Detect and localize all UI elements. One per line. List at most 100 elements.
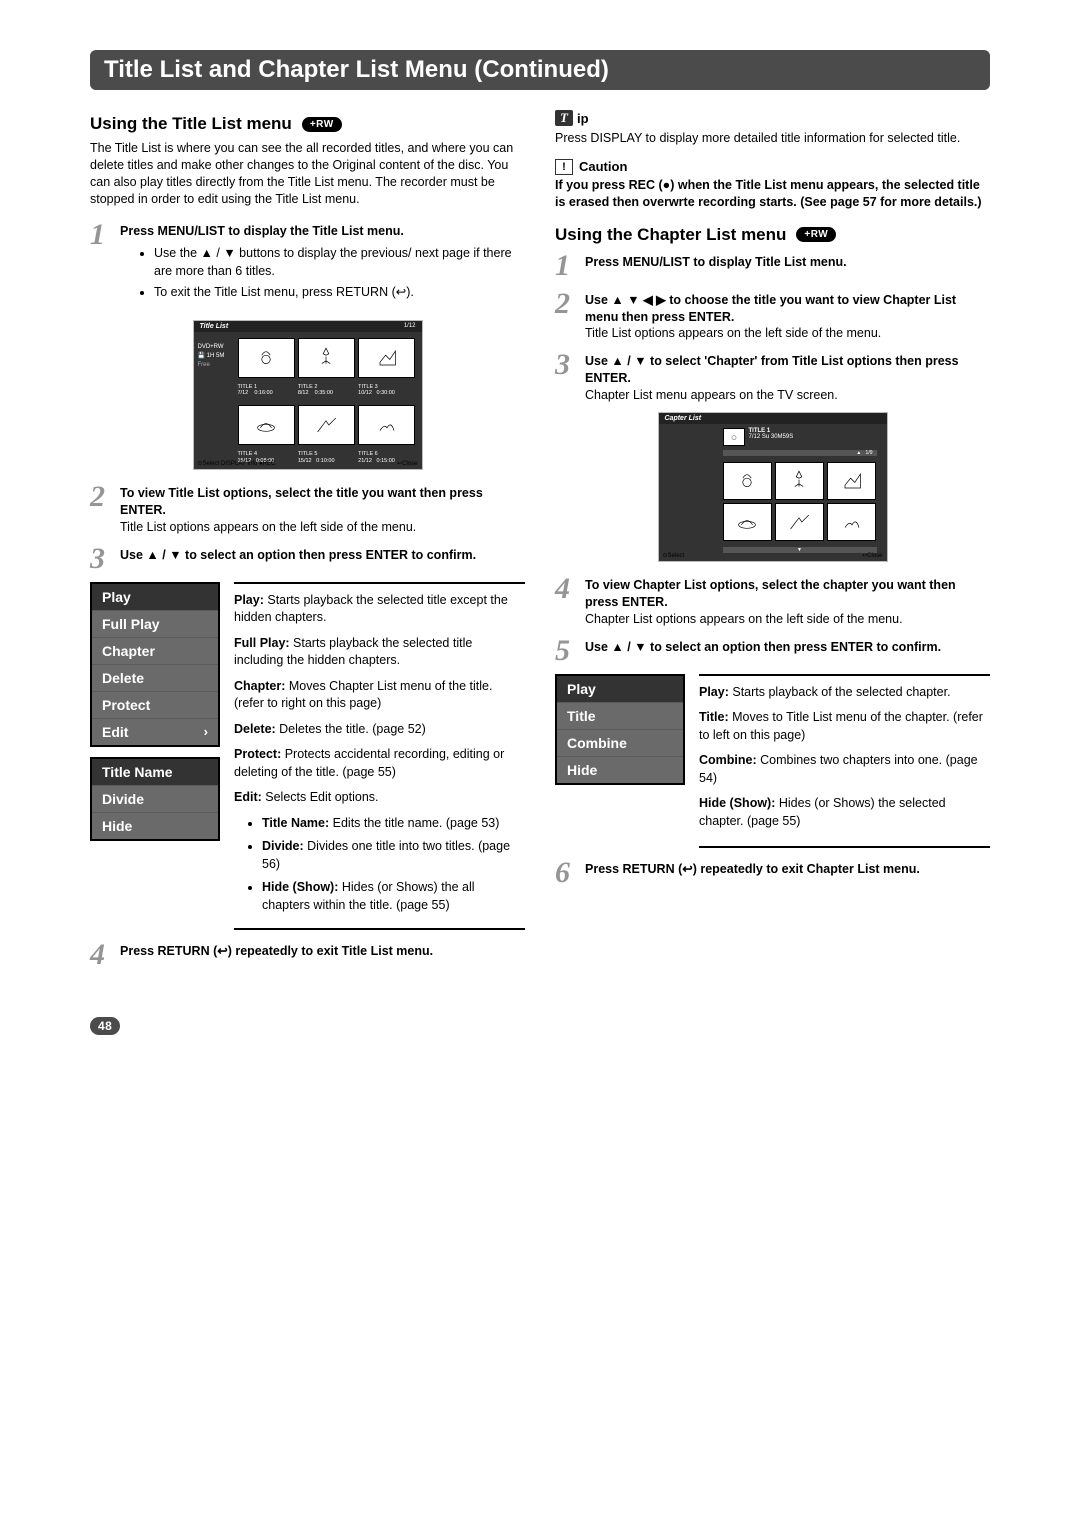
r-step-1: 1 Press MENU/LIST to display Title List … — [555, 251, 990, 281]
step-4-bold: Press RETURN (↩) repeatedly to exit Titl… — [120, 944, 433, 958]
heading-text: Using the Chapter List menu — [555, 225, 786, 245]
r-step1-bold: Press MENU/LIST to display Title List me… — [585, 255, 847, 269]
option-full-play: Full Play — [92, 610, 218, 637]
tip-heading: T ip — [555, 110, 990, 126]
page-title-bar: Title List and Chapter List Menu (Contin… — [90, 50, 990, 90]
option-divide: Divide — [92, 785, 218, 812]
r-step6-bold: Press RETURN (↩) repeatedly to exit Chap… — [585, 862, 920, 876]
tl-cap-3: TITLE 3 10/12 0:30:00 — [358, 384, 415, 397]
title-thumb-4 — [238, 405, 295, 445]
title-thumb-1 — [238, 338, 295, 378]
heading-text: Using the Title List menu — [90, 114, 292, 134]
tl-count: 1/12 — [404, 323, 416, 330]
step-1-bold: Press MENU/LIST to display the Title Lis… — [120, 224, 404, 238]
chapter-thumb-1 — [723, 462, 772, 500]
option-play: Play — [92, 584, 218, 610]
tl-footer-right: ↩Close — [397, 460, 417, 467]
title-thumb-6 — [358, 405, 415, 445]
step-3: 3 Use ▲ / ▼ to select an option then pre… — [90, 544, 525, 574]
tl-cap-2: TITLE 2 8/12 0:35:00 — [298, 384, 355, 397]
section-heading-title-list: Using the Title List menu +RW — [90, 114, 525, 134]
step-number-icon: 1 — [90, 220, 114, 312]
tl-time-free: 1H 5M — [207, 353, 225, 359]
step-number-icon: 3 — [555, 350, 579, 404]
cl-count: 1/9 — [866, 450, 873, 456]
caution-heading: ! Caution — [555, 159, 990, 175]
step-3-bold: Use ▲ / ▼ to select an option then press… — [120, 548, 476, 562]
tl-free-label: Free — [198, 362, 210, 368]
step-number-icon: 1 — [555, 251, 579, 281]
cl-sub: 7/12 Su 30M59S — [749, 434, 794, 440]
chapter-thumb-2 — [775, 462, 824, 500]
right-column: T ip Press DISPLAY to display more detai… — [555, 110, 990, 978]
options-box-2: Title Name Divide Hide — [90, 757, 220, 841]
step-number-icon: 2 — [90, 482, 114, 536]
r-step-3: 3 Use ▲ / ▼ to select 'Chapter' from Tit… — [555, 350, 990, 404]
tip-label: ip — [577, 111, 589, 126]
r-step4-text: Chapter List options appears on the left… — [585, 612, 903, 626]
step-1-bullet-2: To exit the Title List menu, press RETUR… — [154, 284, 525, 302]
chapter-thumb-5 — [775, 503, 824, 541]
r-step2-bold: Use ▲ ▼ ◀ ▶ to choose the title you want… — [585, 293, 956, 324]
chapter-thumb-6 — [827, 503, 876, 541]
option-protect: Protect — [92, 691, 218, 718]
step-2: 2 To view Title List options, select the… — [90, 482, 525, 536]
step-2-text: Title List options appears on the left s… — [120, 520, 416, 534]
r-step4-bold: To view Chapter List options, select the… — [585, 578, 956, 609]
option-play: Play — [557, 676, 683, 702]
option-hide: Hide — [557, 756, 683, 783]
tl-header: Title List — [200, 323, 229, 330]
step-4: 4 Press RETURN (↩) repeatedly to exit Ti… — [90, 940, 525, 970]
chevron-right-icon: › — [204, 724, 208, 739]
rw-badge: +RW — [302, 117, 342, 132]
option-title: Title — [557, 702, 683, 729]
r-step-6: 6 Press RETURN (↩) repeatedly to exit Ch… — [555, 858, 990, 888]
caution-text: If you press REC (●) when the Title List… — [555, 177, 990, 211]
step-number-icon: 4 — [90, 940, 114, 970]
two-column-layout: Using the Title List menu +RW The Title … — [90, 110, 990, 978]
options-descriptions: Play: Starts playback the selected title… — [234, 582, 525, 931]
caution-icon: ! — [555, 159, 573, 175]
r-step-5: 5 Use ▲ / ▼ to select an option then pre… — [555, 636, 990, 666]
page-number: 48 — [90, 1018, 990, 1033]
step-number-icon: 3 — [90, 544, 114, 574]
options-desc-row: Play Full Play Chapter Delete Protect Ed… — [90, 582, 525, 931]
title-thumb-3 — [358, 338, 415, 378]
option-title-name: Title Name — [92, 759, 218, 785]
cl-header: Capter List — [659, 413, 887, 424]
tl-cap-1: TITLE 1 7/12 0:16:00 — [238, 384, 295, 397]
chapter-list-screenshot: Capter List TITLE 1 7/12 Su 30M59S ▲ 1/9… — [658, 412, 888, 562]
page-number-badge: 48 — [90, 1017, 120, 1035]
options-box-1: Play Full Play Chapter Delete Protect Ed… — [90, 582, 220, 747]
section-heading-chapter-list: Using the Chapter List menu +RW — [555, 225, 990, 245]
tl-footer-left: ⊙Select DISPLAY Info ●REC — [198, 460, 276, 467]
step-1: 1 Press MENU/LIST to display the Title L… — [90, 220, 525, 312]
step-number-icon: 5 — [555, 636, 579, 666]
caution-label: Caution — [579, 159, 627, 174]
tip-text: Press DISPLAY to display more detailed t… — [555, 130, 990, 147]
left-column: Using the Title List menu +RW The Title … — [90, 110, 525, 978]
r-step5-bold: Use ▲ / ▼ to select an option then press… — [585, 640, 941, 654]
step-2-bold: To view Title List options, select the t… — [120, 486, 483, 517]
cl-footer-right: ↩Close — [862, 552, 882, 559]
r-step-2: 2 Use ▲ ▼ ◀ ▶ to choose the title you wa… — [555, 289, 990, 343]
r-options-desc-row: Play Title Combine Hide Play: Starts pla… — [555, 674, 990, 849]
chapter-thumb-4 — [723, 503, 772, 541]
r-step2-text: Title List options appears on the left s… — [585, 326, 881, 340]
option-delete: Delete — [92, 664, 218, 691]
step-1-bullet-1: Use the ▲ / ▼ buttons to display the pre… — [154, 245, 525, 280]
r-step-4: 4 To view Chapter List options, select t… — [555, 574, 990, 628]
rw-badge: +RW — [796, 227, 836, 242]
r-step3-bold: Use ▲ / ▼ to select 'Chapter' from Title… — [585, 354, 959, 385]
option-edit: Edit› — [92, 718, 218, 745]
title-list-screenshot: Title List 1/12 DVD+RW 💾 1H 5M Free TITL… — [193, 320, 423, 470]
tip-icon: T — [555, 110, 573, 126]
step-number-icon: 6 — [555, 858, 579, 888]
option-chapter: Chapter — [92, 637, 218, 664]
intro-paragraph: The Title List is where you can see the … — [90, 140, 525, 208]
chapter-thumb-3 — [827, 462, 876, 500]
title-thumb-5 — [298, 405, 355, 445]
cl-title-thumb — [723, 428, 745, 446]
step-number-icon: 4 — [555, 574, 579, 628]
step-number-icon: 2 — [555, 289, 579, 343]
